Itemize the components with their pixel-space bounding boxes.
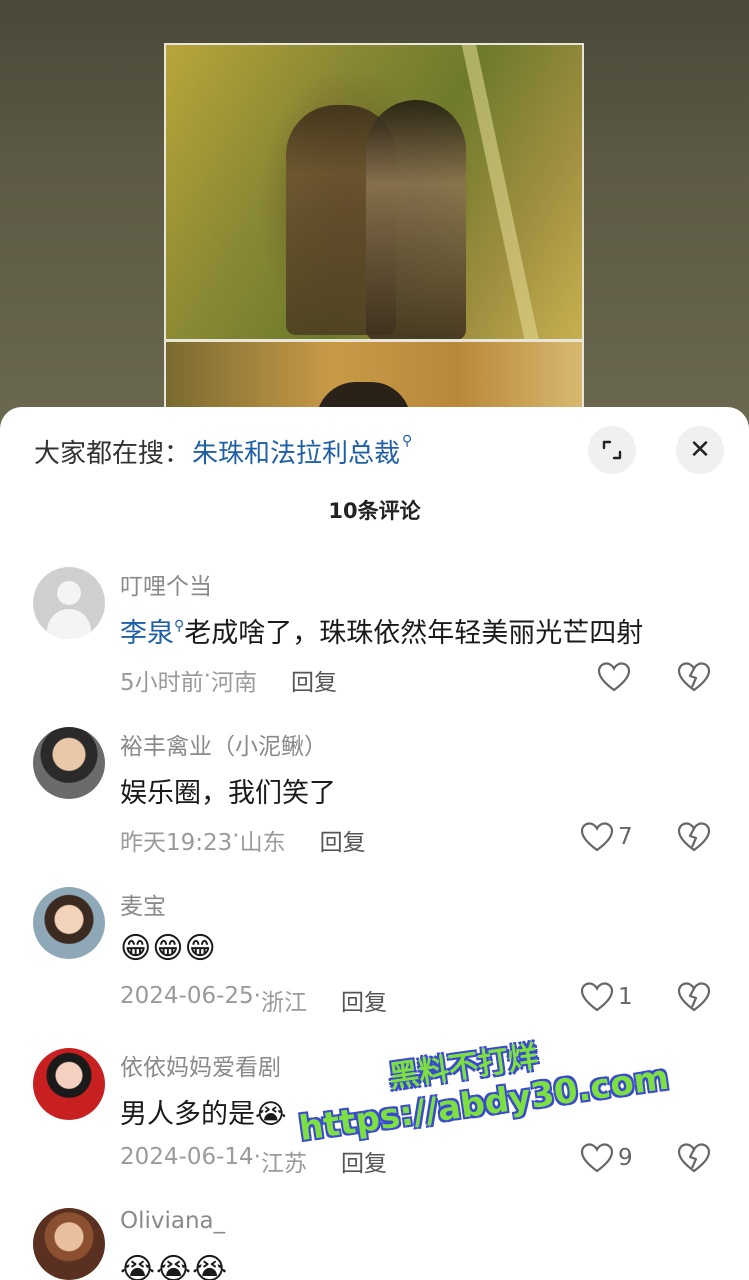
search-suggestion-term[interactable]: 朱珠和法拉利总裁 xyxy=(192,433,400,470)
broken-heart-icon xyxy=(677,822,711,852)
search-suggestion[interactable]: 大家都在搜： 朱珠和法拉利总裁 ⚲ xyxy=(34,431,412,471)
search-icon: ⚲ xyxy=(402,433,413,449)
comment-location: 山东 xyxy=(239,830,286,856)
comment-meta: 5小时前 · 河南 回复 xyxy=(120,663,337,697)
comment-meta: 2024-06-25 · 浙江 回复 xyxy=(120,983,387,1017)
broken-heart-icon xyxy=(677,982,711,1012)
avatar[interactable] xyxy=(33,567,105,639)
comment-time: 2024-06-25 xyxy=(120,983,254,1009)
heart-icon xyxy=(597,662,631,692)
comment-username[interactable]: 依依妈妈爱看剧 xyxy=(120,1048,281,1082)
avatar[interactable] xyxy=(33,887,105,959)
like-count: 7 xyxy=(618,824,633,850)
heart-icon xyxy=(580,1143,614,1173)
comment-username[interactable]: 叮哩个当 xyxy=(120,567,212,601)
comment-count-title: 10条评论 xyxy=(328,499,421,523)
comment-username[interactable]: Oliviana_ xyxy=(120,1208,225,1234)
comment-text: 娱乐圈，我们笑了 xyxy=(120,778,336,809)
like-button[interactable]: 9 xyxy=(580,1142,633,1174)
dislike-button[interactable] xyxy=(677,661,711,697)
dislike-button[interactable] xyxy=(677,821,711,857)
search-icon: ⚲ xyxy=(174,618,185,634)
like-button[interactable]: 1 xyxy=(580,981,633,1013)
comment-text: 😭😭😭 xyxy=(120,1252,229,1280)
comment-meta: 昨天19:23 · 山东 回复 xyxy=(120,823,366,857)
like-button[interactable]: 7 xyxy=(580,821,633,853)
comment-location: 江苏 xyxy=(260,1151,307,1177)
like-button[interactable] xyxy=(597,661,631,693)
avatar[interactable] xyxy=(33,727,105,799)
reply-button[interactable]: 回复 xyxy=(341,983,387,1017)
meta-separator: · xyxy=(203,663,211,689)
comment-body: 老成啥了，珠珠依然年轻美丽光芒四射 xyxy=(184,618,644,649)
meta-separator: · xyxy=(253,983,261,1009)
meta-separator: · xyxy=(232,823,240,849)
video-player[interactable] xyxy=(0,0,749,430)
comment-time: 2024-06-14 xyxy=(120,1144,254,1170)
reply-button[interactable]: 回复 xyxy=(320,823,366,857)
heart-icon xyxy=(580,982,614,1012)
comment-time: 昨天19:23 xyxy=(120,830,233,856)
comment-username[interactable]: 裕丰禽业（小泥鳅） xyxy=(120,727,327,761)
heart-icon xyxy=(580,822,614,852)
comment-time: 5小时前 xyxy=(120,670,204,696)
expand-button[interactable] xyxy=(588,426,636,474)
broken-heart-icon xyxy=(677,1143,711,1173)
close-button[interactable]: ✕ xyxy=(676,426,724,474)
close-icon: ✕ xyxy=(689,435,711,465)
comment-mention-link[interactable]: 李泉 xyxy=(120,618,174,649)
video-frame-photo-top xyxy=(164,43,584,341)
avatar[interactable] xyxy=(33,1048,105,1120)
comment-location: 浙江 xyxy=(260,990,307,1016)
comment-username[interactable]: 麦宝 xyxy=(120,887,166,921)
comment-text: 李泉⚲老成啥了，珠珠依然年轻美丽光芒四射 xyxy=(120,611,643,650)
comment-location: 河南 xyxy=(210,670,257,696)
like-count: 1 xyxy=(618,984,633,1010)
search-suggestion-prefix: 大家都在搜： xyxy=(34,438,191,469)
avatar[interactable] xyxy=(33,1208,105,1280)
broken-heart-icon xyxy=(677,662,711,692)
dislike-button[interactable] xyxy=(677,1142,711,1178)
meta-separator: · xyxy=(253,1144,261,1170)
comment-text: 男人多的是😭 xyxy=(120,1099,287,1130)
expand-icon xyxy=(602,440,622,460)
comment-text: 😁😁😁 xyxy=(120,931,217,966)
dislike-button[interactable] xyxy=(677,981,711,1017)
reply-button[interactable]: 回复 xyxy=(291,663,337,697)
like-count: 9 xyxy=(618,1145,633,1171)
